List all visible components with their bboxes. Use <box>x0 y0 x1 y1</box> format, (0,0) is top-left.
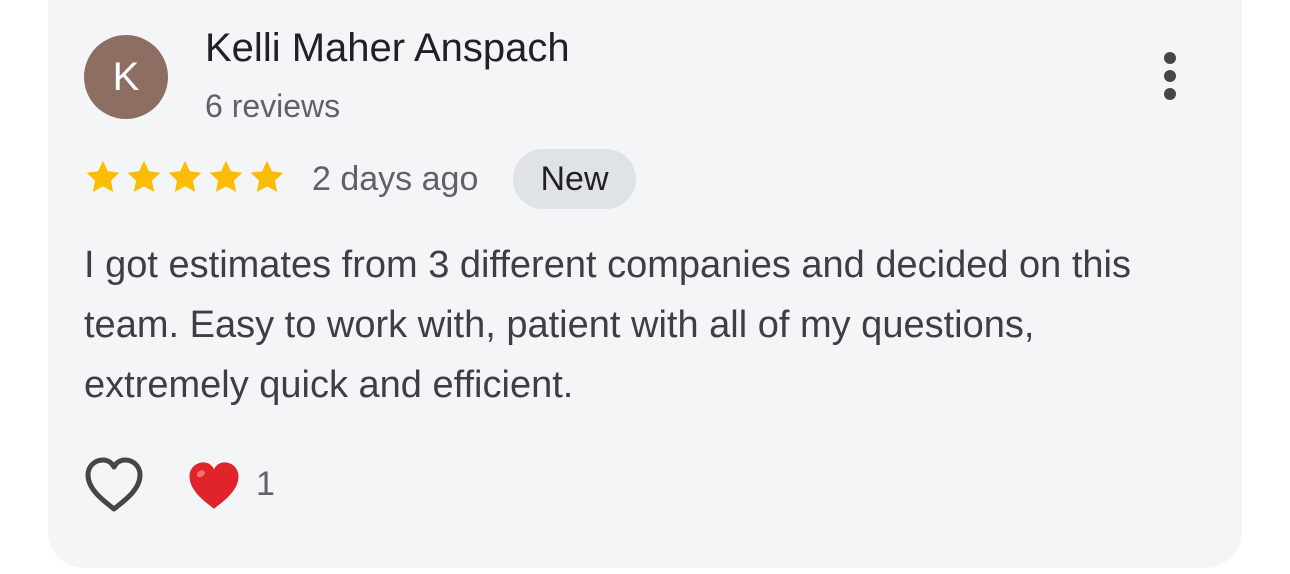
review-text: I got estimates from 3 different compani… <box>84 244 1132 406</box>
review-time: 2 days ago <box>312 160 479 198</box>
red-heart-emoji-icon <box>189 462 239 509</box>
star-icon <box>209 160 243 192</box>
like-button[interactable] <box>82 455 146 515</box>
rating-stars <box>84 158 286 198</box>
author-name[interactable]: Kelli Maher Anspach <box>205 26 570 71</box>
reaction-count: 1 <box>256 465 275 503</box>
more-options-button[interactable] <box>1145 46 1195 106</box>
heart-outline-icon <box>85 457 143 512</box>
star-icon <box>250 160 284 192</box>
star-icon <box>86 160 120 192</box>
more-vert-icon <box>1164 52 1176 100</box>
author-review-count[interactable]: 6 reviews <box>205 88 340 125</box>
heart-reaction[interactable] <box>186 458 242 514</box>
star-icon <box>168 160 202 192</box>
new-badge: New <box>513 149 636 209</box>
star-icon <box>127 160 161 192</box>
avatar[interactable]: K <box>84 35 168 119</box>
